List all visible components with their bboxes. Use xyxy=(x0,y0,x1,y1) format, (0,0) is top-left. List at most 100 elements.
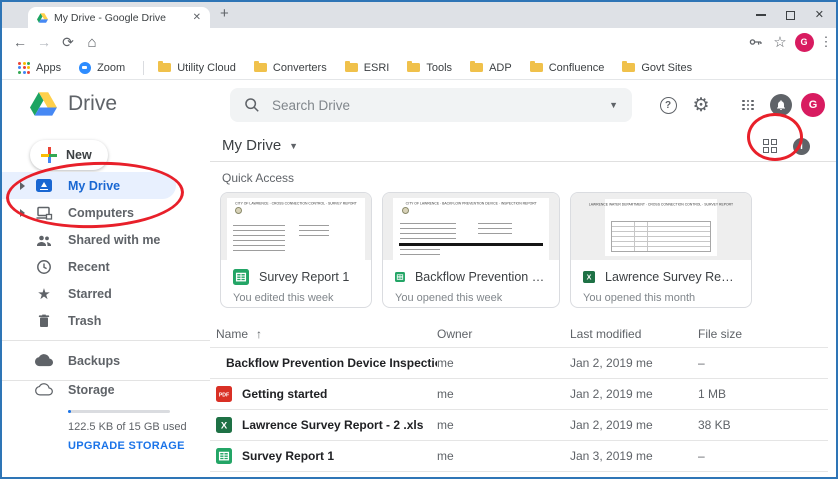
list-header: Name ↑ Owner Last modified File size xyxy=(210,321,828,348)
browser-menu-icon[interactable]: ⋮ xyxy=(814,28,838,56)
key-icon[interactable] xyxy=(744,28,768,56)
drive-logo[interactable]: Drive xyxy=(30,92,117,116)
home-button[interactable]: ⌂ xyxy=(80,28,104,56)
file-name: Getting started xyxy=(242,387,327,401)
file-row[interactable]: Survey Report 1 me Jan 3, 2019 me – xyxy=(210,441,828,472)
plus-icon xyxy=(41,147,57,163)
bookmark-apps[interactable]: Apps xyxy=(18,62,61,74)
account-avatar[interactable]: G xyxy=(800,80,826,130)
sidebar-item-label: Shared with me xyxy=(68,233,160,247)
sidebar-item-computers[interactable]: Computers xyxy=(2,199,210,226)
file-thumbnail: CITY OF LAWRENCE · CROSS CONNECTION CONT… xyxy=(221,193,371,260)
sidebar-item-label: Recent xyxy=(68,260,110,274)
bookmark-folder-converters[interactable]: Converters xyxy=(254,62,327,74)
info-button[interactable]: i xyxy=(793,138,810,155)
reload-button[interactable]: ⟳ xyxy=(56,28,80,56)
expand-arrow-icon[interactable] xyxy=(16,182,28,190)
folder-icon xyxy=(254,63,267,72)
bookmark-label: ESRI xyxy=(364,62,390,74)
file-owner: me xyxy=(437,356,570,370)
quick-access-cards: CITY OF LAWRENCE · CROSS CONNECTION CONT… xyxy=(220,192,836,308)
drive-header: Drive ▼ ? ⚙ G xyxy=(2,80,836,130)
column-owner[interactable]: Owner xyxy=(437,327,570,341)
upgrade-storage-link[interactable]: UPGRADE STORAGE xyxy=(68,440,210,452)
search-input[interactable] xyxy=(272,98,601,113)
sheets-icon xyxy=(216,448,232,464)
sidebar-item-shared-with-me[interactable]: Shared with me xyxy=(2,226,210,253)
browser-tab[interactable]: My Drive - Google Drive ✕ xyxy=(28,7,210,28)
quick-access-card[interactable]: CITY OF LAWRENCE · CROSS CONNECTION CONT… xyxy=(220,192,372,308)
grid-view-button[interactable] xyxy=(763,139,778,154)
sidebar-item-starred[interactable]: ★ Starred xyxy=(2,280,210,307)
bookmark-folder-utility-cloud[interactable]: Utility Cloud xyxy=(158,62,236,74)
bookmark-folder-confluence[interactable]: Confluence xyxy=(530,62,605,74)
sidebar-item-trash[interactable]: Trash xyxy=(2,307,210,334)
sidebar-item-backups[interactable]: Backups xyxy=(2,347,210,374)
google-apps-grid-icon[interactable] xyxy=(735,80,761,130)
notifications-bell-icon[interactable] xyxy=(768,80,794,130)
back-button[interactable]: ← xyxy=(8,28,32,56)
my-drive-icon xyxy=(34,179,54,192)
file-row[interactable]: X Lawrence Survey Report - 2 .xls me Jan… xyxy=(210,410,828,441)
file-row[interactable]: Backflow Prevention Device Inspection Re… xyxy=(210,348,828,379)
pdf-icon: PDF xyxy=(216,386,232,402)
card-title: Lawrence Survey Report - 2 .xls xyxy=(605,270,739,284)
help-button[interactable]: ? xyxy=(655,80,681,130)
file-modified: Jan 3, 2019 me xyxy=(570,449,698,463)
column-name[interactable]: Name xyxy=(216,327,248,341)
folder-icon xyxy=(407,63,420,72)
browser-navbar: ← → ⟳ ⌂ https://drive.google.com/drive/m… xyxy=(2,28,836,56)
file-modified: Jan 2, 2019 me xyxy=(570,356,698,370)
storage-label[interactable]: Storage xyxy=(68,383,115,397)
sidebar-item-label: Trash xyxy=(68,314,101,328)
bookmark-zoom[interactable]: Zoom xyxy=(79,62,125,74)
quick-access-card[interactable]: CITY OF LAWRENCE · BACKFLOW PREVENTION D… xyxy=(382,192,560,308)
bookmark-label: Apps xyxy=(36,62,61,74)
bookmark-label: ADP xyxy=(489,62,512,74)
browser-titlebar: My Drive - Google Drive ✕ + ✕ xyxy=(2,2,836,28)
bookmark-folder-tools[interactable]: Tools xyxy=(407,62,452,74)
browser-window: My Drive - Google Drive ✕ + ✕ ← → ⟳ ⌂ ht… xyxy=(0,0,838,479)
browser-profile-avatar[interactable]: G xyxy=(792,28,816,56)
bookmark-star-icon[interactable]: ☆ xyxy=(768,28,792,56)
bookmark-folder-esri[interactable]: ESRI xyxy=(345,62,390,74)
file-name: Backflow Prevention Device Inspection Re… xyxy=(226,356,437,370)
bookmark-folder-govt-sites[interactable]: Govt Sites xyxy=(622,62,692,74)
window-minimize-button[interactable] xyxy=(756,14,766,15)
window-close-button[interactable]: ✕ xyxy=(815,10,824,21)
svg-text:PDF: PDF xyxy=(219,393,229,399)
file-thumbnail: LAWRENCE WATER DEPARTMENT · CROSS CONNEC… xyxy=(571,193,751,260)
search-dropdown-caret-icon[interactable]: ▼ xyxy=(609,100,618,110)
card-title: Survey Report 1 xyxy=(259,270,349,284)
file-size: – xyxy=(698,449,828,463)
drive-favicon-icon xyxy=(37,13,48,23)
sidebar-item-label: My Drive xyxy=(68,179,120,193)
tab-close-icon[interactable]: ✕ xyxy=(190,12,204,23)
file-size: 1 MB xyxy=(698,387,828,401)
page-title[interactable]: My Drive xyxy=(222,137,281,154)
file-row[interactable]: PDF Getting started me Jan 2, 2019 me 1 … xyxy=(210,379,828,410)
forward-button[interactable]: → xyxy=(32,28,56,56)
search-bar[interactable]: ▼ xyxy=(230,88,632,122)
quick-access-card[interactable]: LAWRENCE WATER DEPARTMENT · CROSS CONNEC… xyxy=(570,192,752,308)
column-last-modified[interactable]: Last modified xyxy=(570,327,698,341)
sidebar-item-my-drive[interactable]: My Drive xyxy=(2,172,176,199)
card-subtitle: You opened this week xyxy=(395,292,547,304)
card-subtitle: You opened this month xyxy=(583,292,739,304)
bookmark-label: Confluence xyxy=(549,62,605,74)
bookmark-label: Govt Sites xyxy=(641,62,692,74)
computers-icon xyxy=(34,205,54,221)
sidebar-item-recent[interactable]: Recent xyxy=(2,253,210,280)
sort-ascending-icon[interactable]: ↑ xyxy=(256,327,262,341)
bookmark-folder-adp[interactable]: ADP xyxy=(470,62,512,74)
column-file-size[interactable]: File size xyxy=(698,327,828,341)
page-title-caret-icon[interactable]: ▼ xyxy=(289,141,298,151)
settings-gear-icon[interactable]: ⚙ xyxy=(688,80,714,130)
new-tab-button[interactable]: + xyxy=(220,5,229,22)
new-button[interactable]: New xyxy=(30,140,108,170)
sidebar-divider xyxy=(2,340,210,341)
expand-arrow-icon[interactable] xyxy=(16,209,28,217)
folder-icon xyxy=(345,63,358,72)
window-maximize-button[interactable] xyxy=(786,11,795,20)
svg-text:X: X xyxy=(587,274,592,282)
